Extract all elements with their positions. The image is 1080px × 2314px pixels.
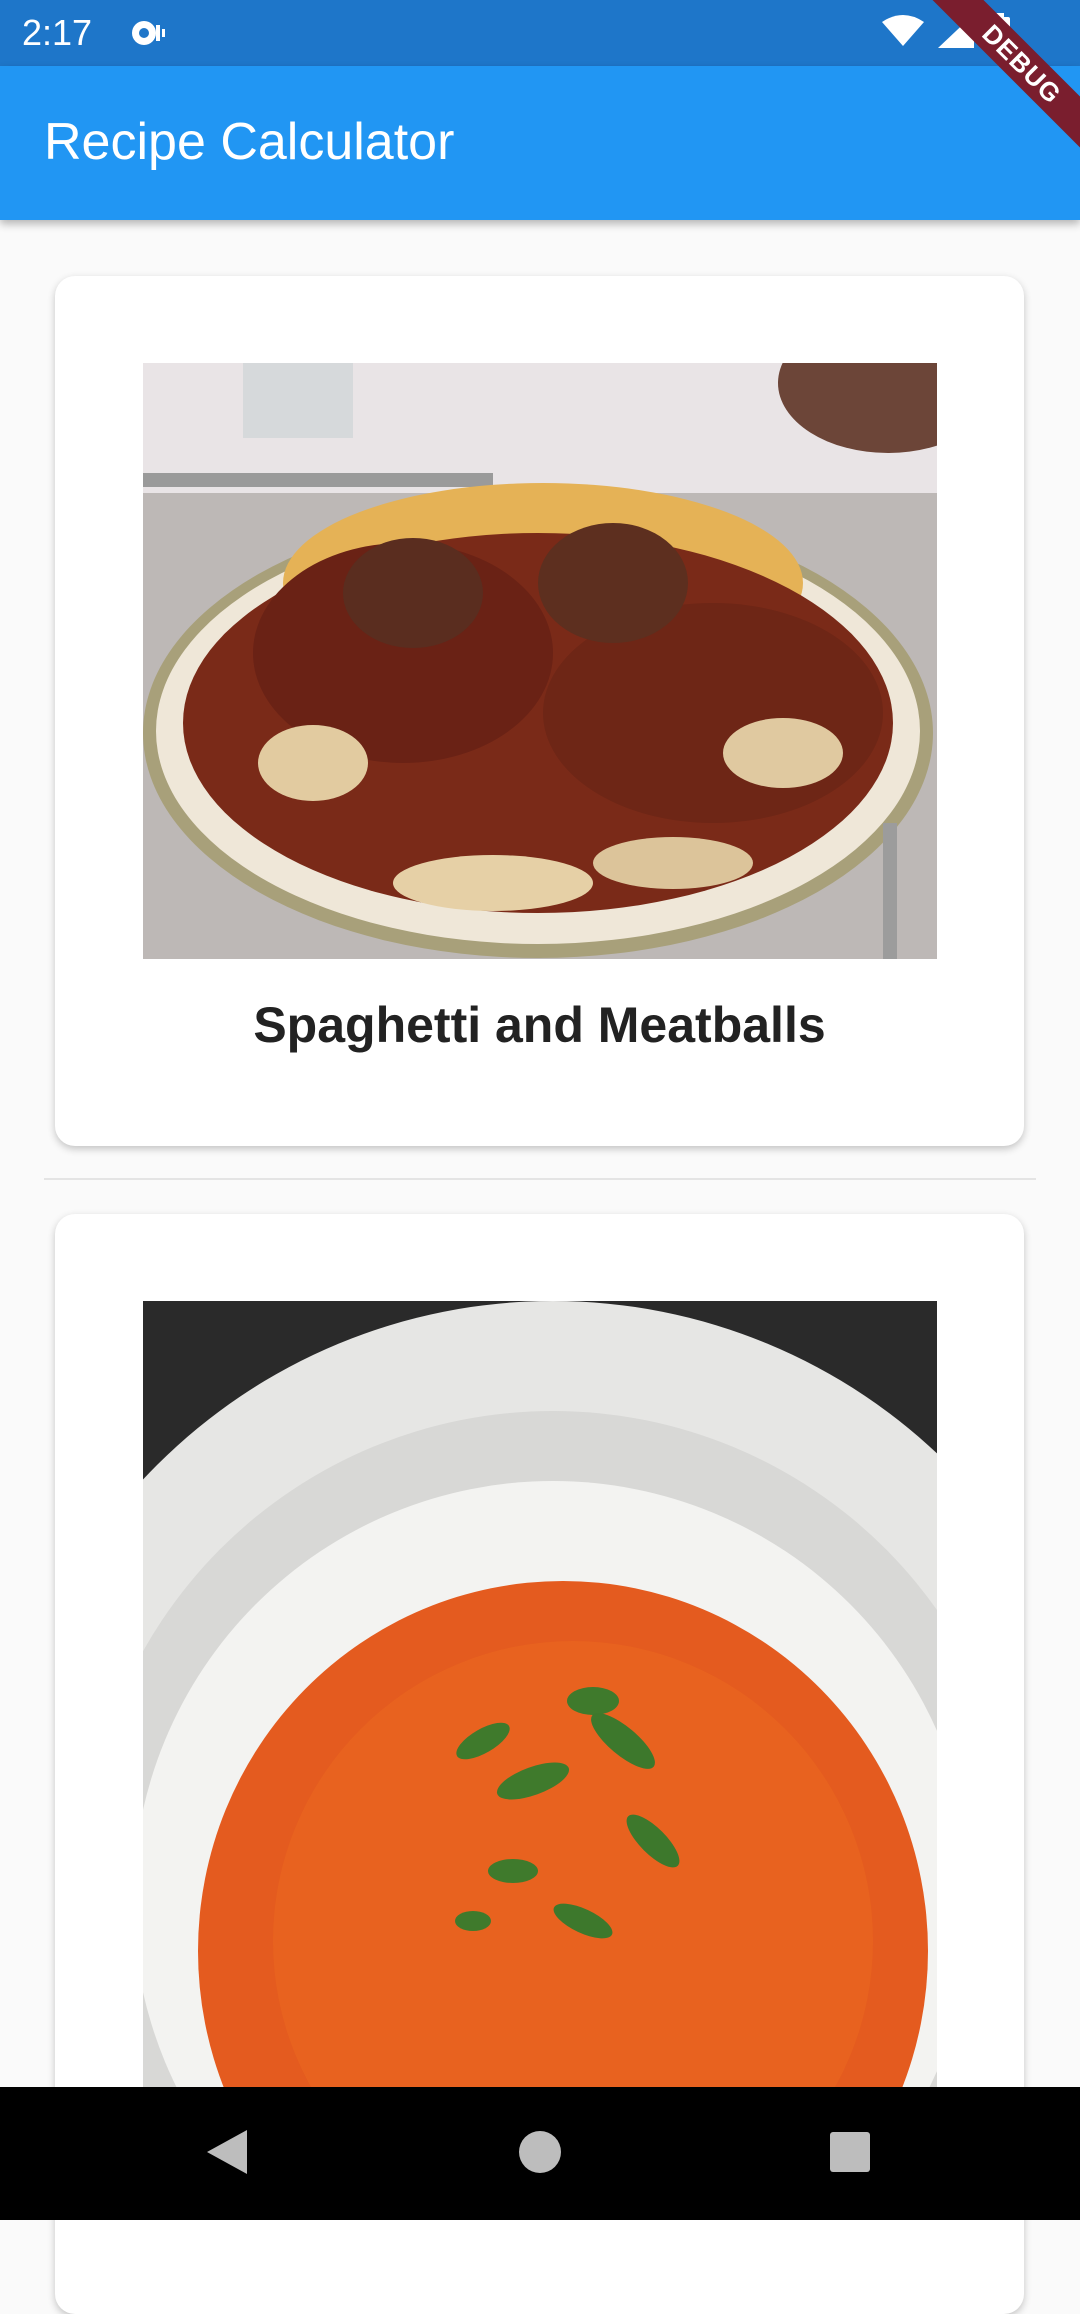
wifi-icon [882,14,924,53]
recents-icon[interactable] [828,2127,872,2182]
recipe-image-soup [143,1301,937,2201]
notification-icon [128,15,168,51]
status-bar: 2:17 [0,0,1080,66]
page-title: Recipe Calculator [44,113,455,171]
signal-icon [938,13,974,53]
recipe-card-spaghetti[interactable]: Spaghetti and Meatballs [55,276,1024,1146]
back-icon[interactable] [203,2127,251,2182]
list-divider [44,1178,1036,1180]
system-nav-bar [0,2087,1080,2220]
recipe-image-spaghetti [143,363,937,959]
recipe-title: Spaghetti and Meatballs [253,997,826,1053]
app-bar: Recipe Calculator [0,66,1080,220]
battery-icon [988,12,1010,54]
status-time: 2:17 [22,12,93,53]
home-icon[interactable] [518,2127,562,2182]
